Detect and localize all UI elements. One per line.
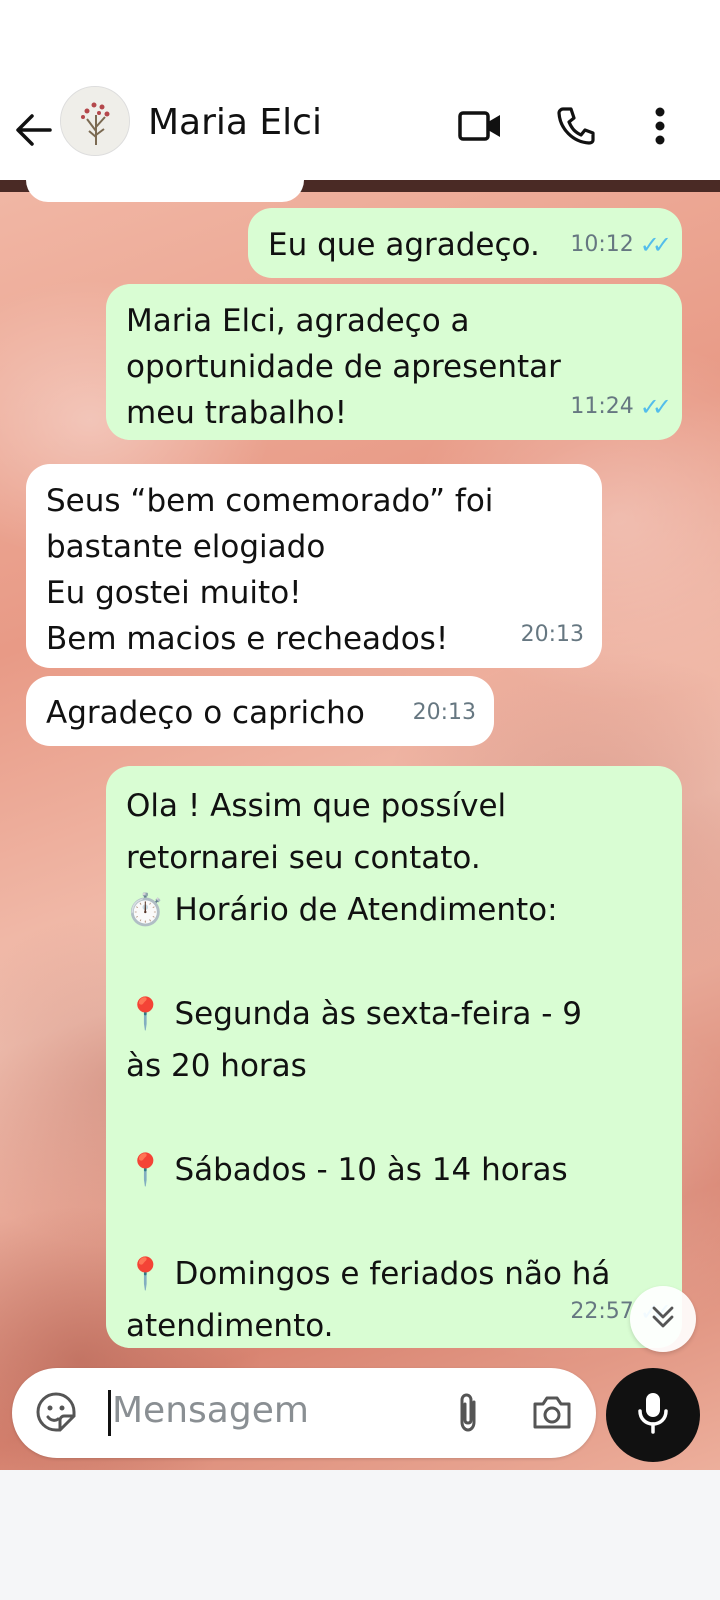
arrow-left-icon[interactable] [14, 110, 54, 150]
contact-name[interactable]: Maria Elci [148, 102, 322, 143]
previous-message-stub [26, 180, 304, 202]
double-chevron-down-icon [648, 1302, 678, 1336]
phone-icon[interactable] [552, 102, 600, 150]
message-bubble[interactable]: Seus “bem comemorado” foi bastante elogi… [26, 464, 602, 668]
message-bubble[interactable]: Maria Elci, agradeço a oportunidade de a… [106, 284, 682, 440]
navigation-area [0, 1470, 720, 1600]
paperclip-icon[interactable] [446, 1390, 490, 1434]
message-meta: 11:24 ✓✓ [570, 384, 672, 430]
message-meta: 20:13 [413, 690, 476, 736]
message-bubble[interactable]: Eu que agradeço. 10:12 ✓✓ [248, 208, 682, 278]
microphone-icon [635, 1390, 671, 1440]
message-meta: 10:12 ✓✓ [570, 222, 672, 268]
sticker-icon[interactable] [34, 1390, 78, 1434]
message-time: 22:57 [570, 1299, 634, 1324]
message-time: 11:24 [570, 394, 634, 419]
video-call-icon[interactable] [456, 102, 504, 150]
message-text: Seus “bem comemorado” foi bastante elogi… [46, 483, 494, 657]
read-ticks-icon: ✓✓ [639, 393, 672, 421]
message-composer: Mensagem [12, 1368, 596, 1458]
message-bubble[interactable]: Agradeço o capricho 20:13 [26, 676, 494, 746]
message-text: Agradeço o capricho [46, 695, 365, 731]
chat-header: Maria Elci [0, 86, 720, 180]
message-bubble[interactable]: Ola ! Assim que possível retornarei seu … [106, 766, 682, 1348]
camera-icon[interactable] [530, 1390, 574, 1434]
status-bar [0, 0, 720, 88]
read-ticks-icon: ✓✓ [639, 231, 672, 259]
avatar[interactable] [60, 86, 130, 156]
message-input[interactable]: Mensagem [112, 1390, 309, 1431]
message-text: Ola ! Assim que possível retornarei seu … [126, 788, 611, 1344]
chat-area[interactable]: Eu que agradeço. 10:12 ✓✓ Maria Elci, ag… [0, 180, 720, 1500]
text-cursor [108, 1390, 111, 1436]
message-time: 20:13 [520, 622, 584, 647]
more-vertical-icon[interactable] [636, 102, 684, 150]
message-meta: 20:13 [521, 612, 584, 658]
scroll-to-bottom-button[interactable] [630, 1286, 696, 1352]
message-time: 10:12 [570, 232, 634, 257]
microphone-button[interactable] [606, 1368, 700, 1462]
message-time: 20:13 [412, 700, 476, 725]
